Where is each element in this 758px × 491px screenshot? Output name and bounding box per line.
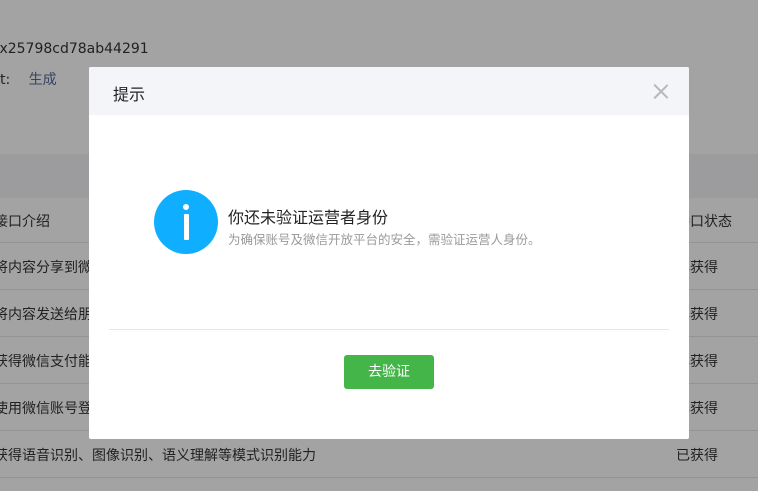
dialog-header: 提示 bbox=[89, 67, 689, 115]
dialog-divider bbox=[109, 329, 669, 330]
verify-prompt-dialog: 提示 你还未验证运营者身份 为确保账号及微信开放平台的安全，需验证运营人身份。 … bbox=[89, 67, 689, 439]
info-icon-bar bbox=[183, 214, 189, 240]
message-title: 你还未验证运营者身份 bbox=[228, 208, 389, 227]
dialog-title: 提示 bbox=[113, 85, 146, 104]
message-description: 为确保账号及微信开放平台的安全，需验证运营人身份。 bbox=[228, 232, 541, 247]
verify-button[interactable]: 去验证 bbox=[344, 355, 434, 389]
info-icon-dot bbox=[183, 204, 189, 210]
close-icon[interactable] bbox=[651, 81, 671, 101]
info-icon bbox=[154, 190, 218, 254]
